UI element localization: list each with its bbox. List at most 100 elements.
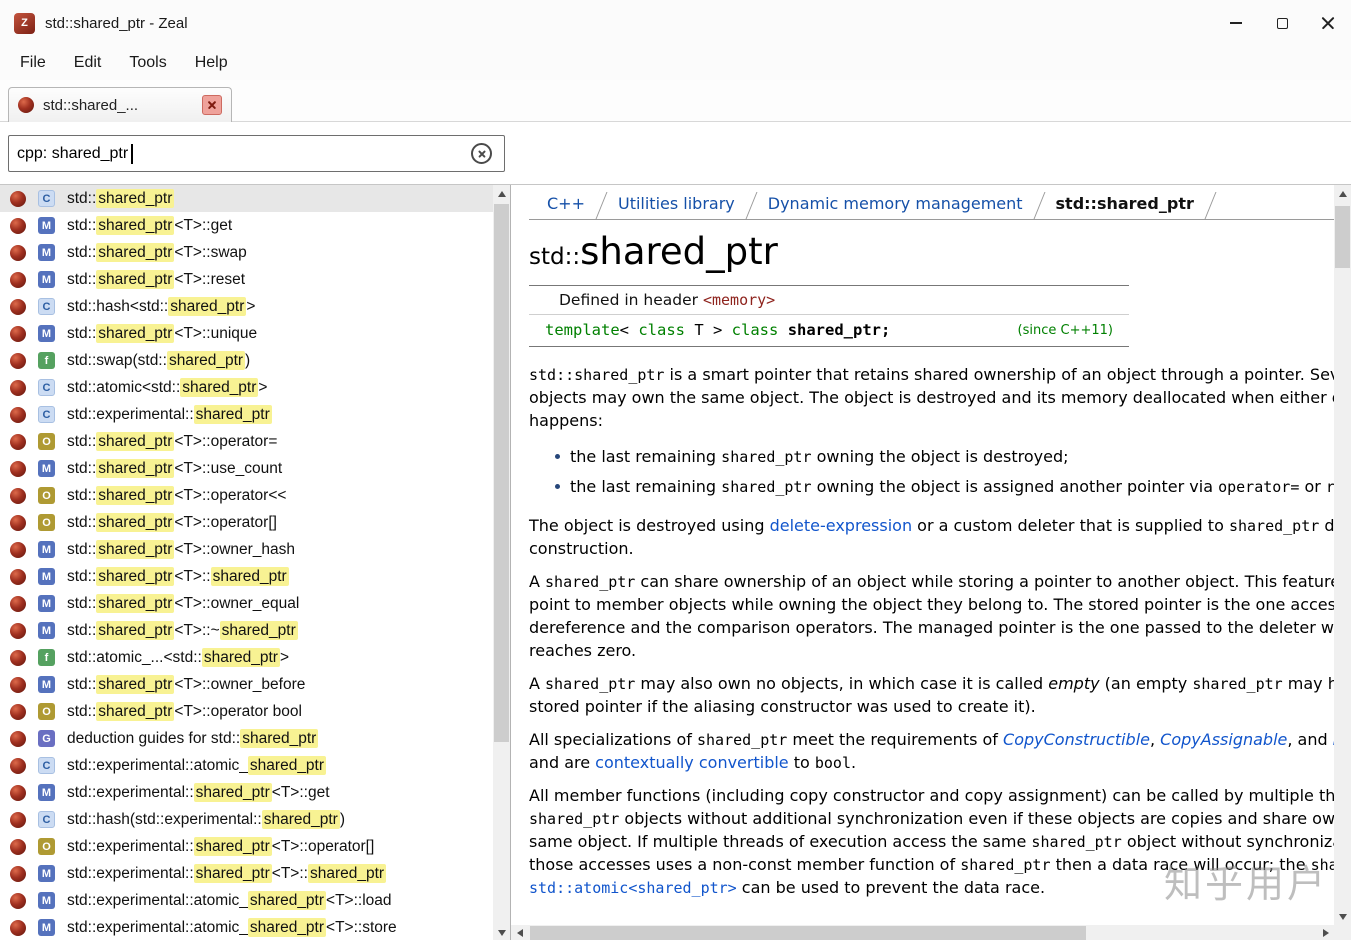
list-item[interactable]: Mstd::shared_ptr<T>::~shared_ptr xyxy=(0,617,493,644)
list-item[interactable]: fstd::swap(std::shared_ptr) xyxy=(0,347,493,374)
breadcrumb-utilities-library[interactable]: Utilities library xyxy=(604,190,749,219)
list-item[interactable]: Mstd::shared_ptr<T>::owner_before xyxy=(0,671,493,698)
tab-shared-ptr[interactable]: std::shared_... xyxy=(8,87,232,122)
cpp-docset-icon xyxy=(10,461,26,477)
close-button[interactable] xyxy=(1305,0,1351,46)
item-label: std::atomic<std::shared_ptr> xyxy=(67,379,267,397)
doc-link[interactable]: CopyConstructible xyxy=(1003,730,1150,749)
text-span: construction. xyxy=(529,539,634,558)
doc-link[interactable]: delete-expression xyxy=(770,516,912,535)
content-hscrollbar-thumb[interactable] xyxy=(530,926,1086,940)
list-item[interactable]: fstd::atomic_...<std::shared_ptr> xyxy=(0,644,493,671)
list-item[interactable]: Mstd::shared_ptr<T>::use_count xyxy=(0,455,493,482)
list-item[interactable]: Cstd::experimental::shared_ptr xyxy=(0,401,493,428)
clear-search-icon[interactable] xyxy=(471,143,492,164)
doc-link[interactable]: contextually convertible xyxy=(595,753,788,772)
list-item[interactable]: Mstd::shared_ptr<T>::swap xyxy=(0,239,493,266)
app-icon: Z xyxy=(14,13,35,34)
list-item[interactable]: Mstd::shared_ptr<T>::owner_equal xyxy=(0,590,493,617)
search-results-list: Cstd::shared_ptrMstd::shared_ptr<T>::get… xyxy=(0,185,493,940)
cpp-docset-icon xyxy=(10,704,26,720)
bullet-icon xyxy=(555,484,560,489)
text-span: owning the object is assigned another po… xyxy=(811,477,1218,496)
item-label: std::experimental::shared_ptr xyxy=(67,406,272,424)
list-item[interactable]: Ostd::experimental::shared_ptr<T>::opera… xyxy=(0,833,493,860)
list-item[interactable]: Mstd::experimental::atomic_shared_ptr<T>… xyxy=(0,887,493,914)
scroll-left-button[interactable] xyxy=(511,925,528,940)
label-text: std:: xyxy=(67,217,96,234)
match-highlight: shared_ptr xyxy=(194,837,272,856)
menu-item-file[interactable]: File xyxy=(6,46,60,80)
breadcrumb-c-[interactable]: C++ xyxy=(533,190,599,219)
list-item[interactable]: Ostd::shared_ptr<T>::operator bool xyxy=(0,698,493,725)
menu-item-tools[interactable]: Tools xyxy=(115,46,180,80)
item-label: std::experimental::atomic_shared_ptr<T>:… xyxy=(67,892,392,910)
cpp-docset-icon xyxy=(18,97,34,113)
paragraph: A shared_ptr can share ownership of an o… xyxy=(529,570,1334,662)
list-item[interactable]: Cstd::shared_ptr xyxy=(0,185,493,212)
text-span: stored pointer if the aliasing construct… xyxy=(529,697,1036,716)
label-text: > xyxy=(246,298,255,315)
maximize-button[interactable] xyxy=(1259,0,1305,46)
content-scroll-up-button[interactable] xyxy=(1334,185,1351,202)
inline-code: shared_ptr xyxy=(1031,833,1121,851)
label-text: > xyxy=(280,649,289,666)
text-span: can be used to prevent the data race. xyxy=(737,878,1045,897)
function-symbol-icon: f xyxy=(38,352,55,369)
cpp-docset-icon xyxy=(10,758,26,774)
label-text: std::atomic<std:: xyxy=(67,379,180,396)
content-vscrollbar-thumb[interactable] xyxy=(1335,206,1350,268)
tab-bar: std::shared_... xyxy=(0,80,1351,122)
doc-link[interactable]: std::atomic<shared_ptr> xyxy=(529,879,737,897)
list-item[interactable]: Mstd::shared_ptr<T>::owner_hash xyxy=(0,536,493,563)
content-scroll-down-button[interactable] xyxy=(1334,908,1351,925)
label-text: std::experimental::atomic_ xyxy=(67,757,248,774)
content-vscrollbar xyxy=(1334,185,1351,925)
cpp-docset-icon xyxy=(10,407,26,423)
list-item[interactable]: Ostd::shared_ptr<T>::operator[] xyxy=(0,509,493,536)
list-item[interactable]: Cstd::hash(std::experimental::shared_ptr… xyxy=(0,806,493,833)
list-item[interactable]: Mstd::shared_ptr<T>::reset xyxy=(0,266,493,293)
match-highlight: shared_ptr xyxy=(96,189,174,208)
match-highlight: shared_ptr xyxy=(96,621,174,640)
text-span: empty xyxy=(1048,674,1099,693)
doc-link[interactable]: CopyAssignable xyxy=(1160,730,1287,749)
text-line: reaches zero. xyxy=(529,639,1334,662)
minimize-button[interactable] xyxy=(1213,0,1259,46)
search-input[interactable] xyxy=(8,135,505,172)
list-item[interactable]: Mstd::shared_ptr<T>::unique xyxy=(0,320,493,347)
scroll-up-button[interactable] xyxy=(493,185,510,202)
list-item[interactable]: Cstd::experimental::atomic_shared_ptr xyxy=(0,752,493,779)
list-item[interactable]: Mstd::experimental::shared_ptr<T>::share… xyxy=(0,860,493,887)
tab-close-button[interactable] xyxy=(202,95,222,115)
list-item[interactable]: Mstd::shared_ptr<T>::shared_ptr xyxy=(0,563,493,590)
list-item[interactable]: Gdeduction guides for std::shared_ptr xyxy=(0,725,493,752)
list-item[interactable]: Mstd::experimental::atomic_shared_ptr<T>… xyxy=(0,914,493,940)
window-title: std::shared_ptr - Zeal xyxy=(45,15,188,32)
cpp-docset-icon xyxy=(10,731,26,747)
cpp-docset-icon xyxy=(10,326,26,342)
label-text: std::experimental:: xyxy=(67,865,194,882)
menu-item-help[interactable]: Help xyxy=(181,46,242,80)
main-area: Cstd::shared_ptrMstd::shared_ptr<T>::get… xyxy=(0,184,1351,940)
label-text: ) xyxy=(245,352,250,369)
cpp-docset-icon xyxy=(10,191,26,207)
label-text: <T>::store xyxy=(326,919,397,936)
bullet-icon xyxy=(555,454,560,459)
list-item[interactable]: Cstd::atomic<std::shared_ptr> xyxy=(0,374,493,401)
text-span: point to member objects while owning the… xyxy=(529,595,1334,614)
menu-item-edit[interactable]: Edit xyxy=(60,46,116,80)
list-item[interactable]: Mstd::shared_ptr<T>::get xyxy=(0,212,493,239)
list-item[interactable]: Ostd::shared_ptr<T>::operator= xyxy=(0,428,493,455)
scroll-down-button[interactable] xyxy=(493,924,510,940)
header-link[interactable]: <memory> xyxy=(703,291,775,309)
list-item[interactable]: Ostd::shared_ptr<T>::operator<< xyxy=(0,482,493,509)
sidebar-scrollbar-thumb[interactable] xyxy=(494,204,509,742)
bullet-item: the last remaining shared_ptr owning the… xyxy=(529,442,1334,472)
text-span: A xyxy=(529,572,545,591)
match-highlight: shared_ptr xyxy=(248,918,326,937)
breadcrumb-dynamic-memory-management[interactable]: Dynamic memory management xyxy=(754,190,1037,219)
list-item[interactable]: Cstd::hash<std::shared_ptr> xyxy=(0,293,493,320)
list-item[interactable]: Mstd::experimental::shared_ptr<T>::get xyxy=(0,779,493,806)
scroll-right-button[interactable] xyxy=(1317,925,1334,940)
